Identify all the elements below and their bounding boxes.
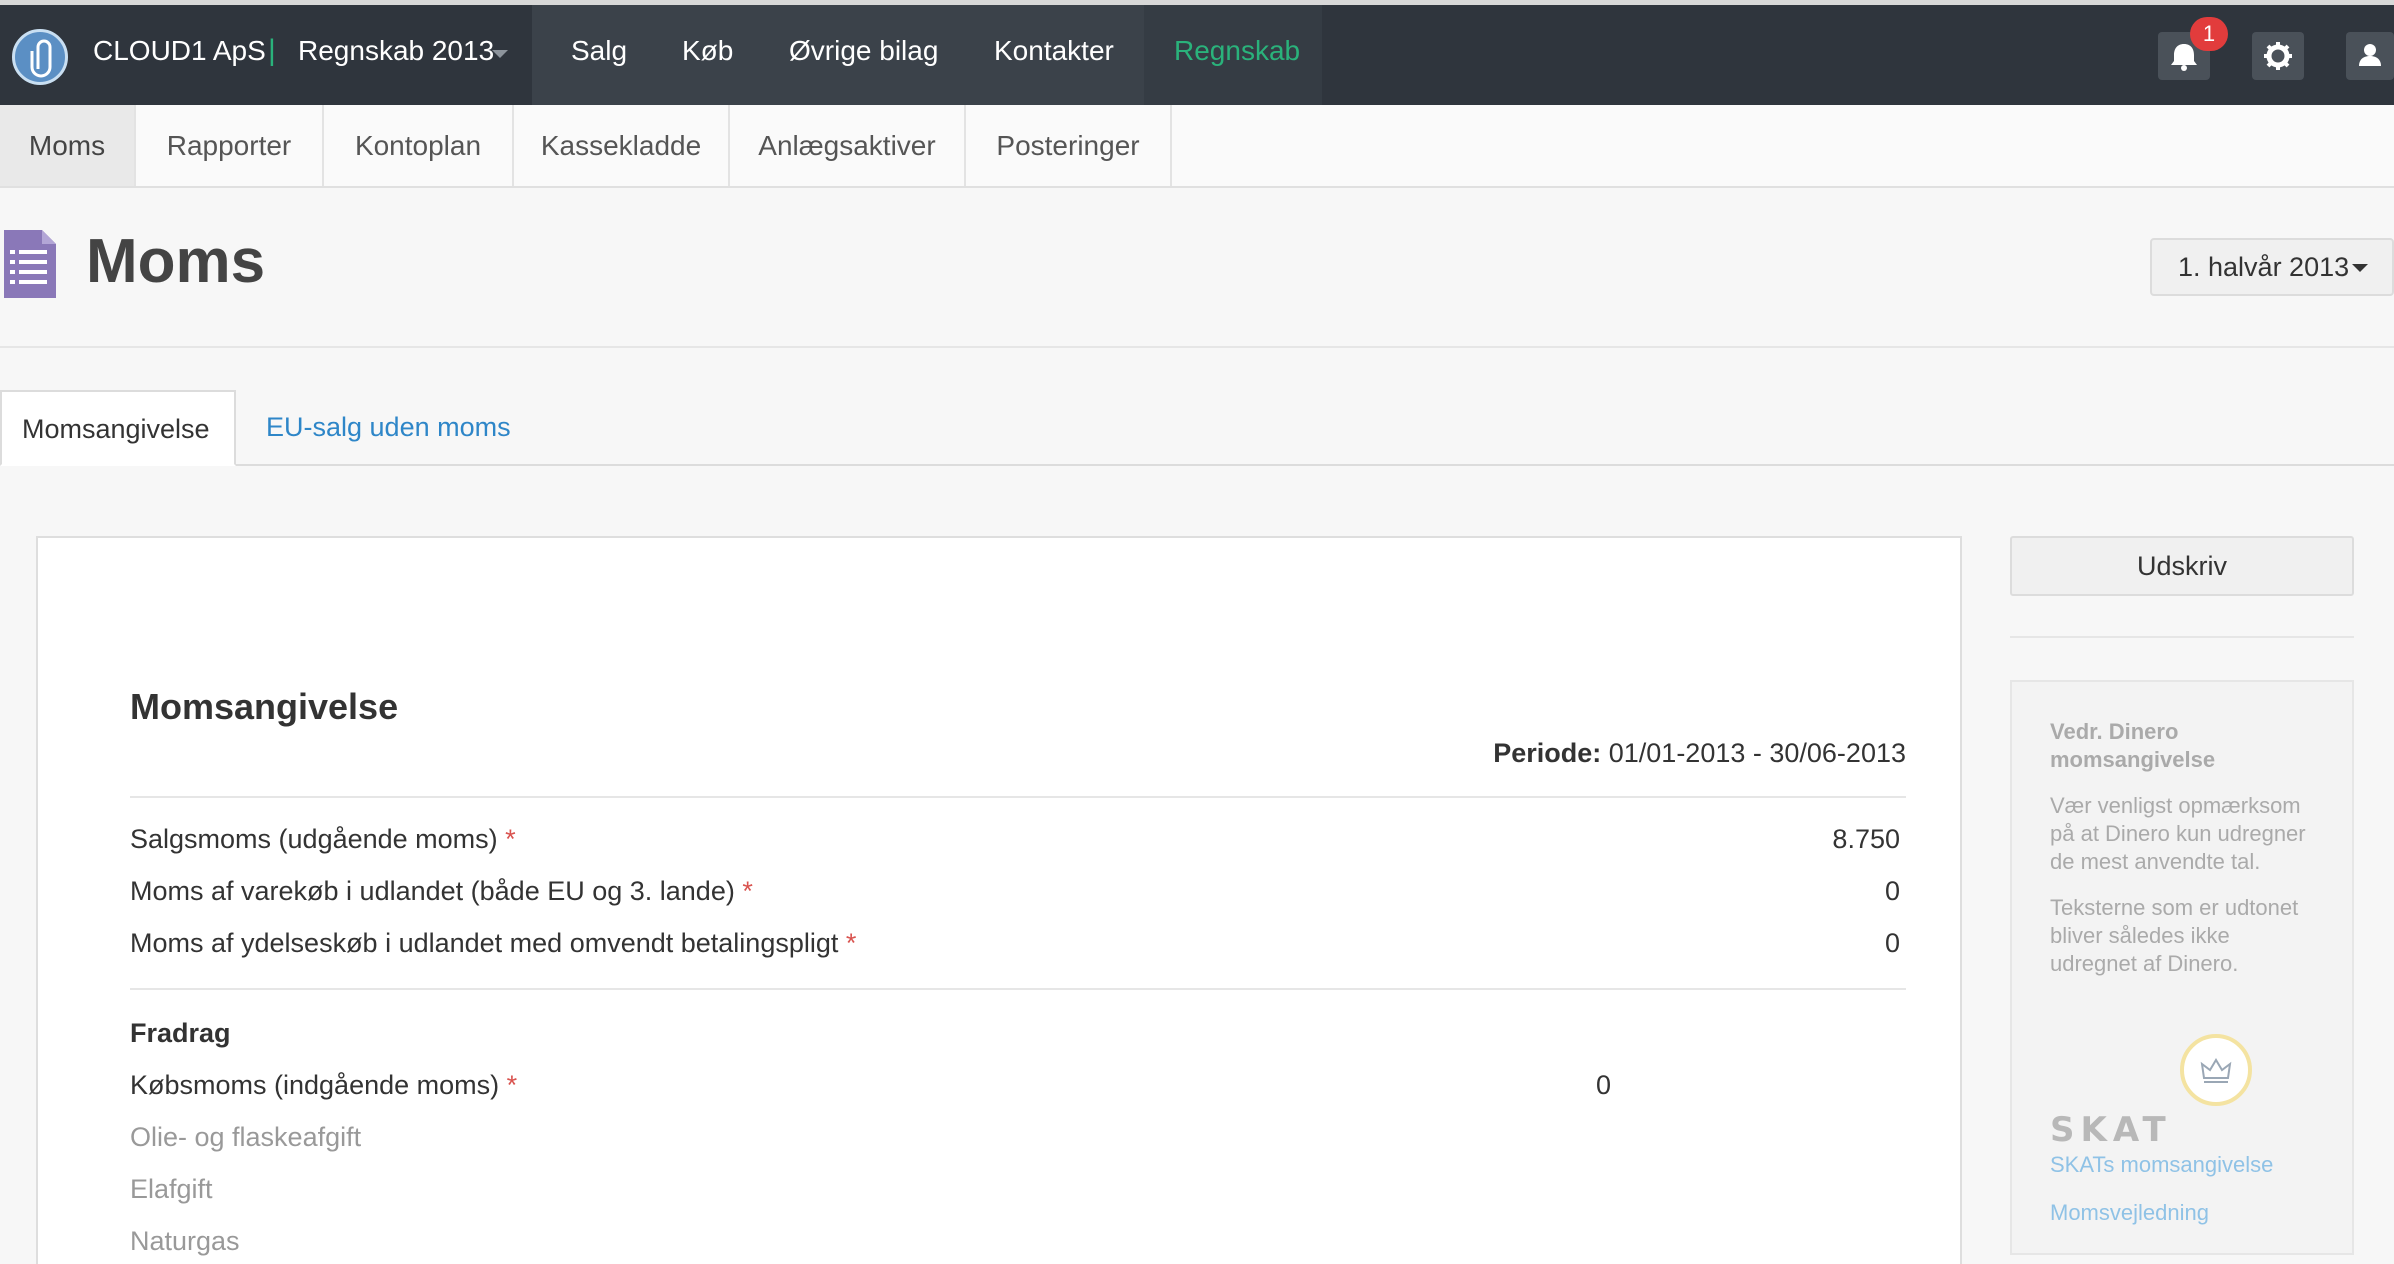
nav-item-kontakter[interactable]: Kontakter	[994, 35, 1114, 67]
settings-button[interactable]	[2252, 32, 2304, 80]
fiscal-year-selector[interactable]: Regnskab 2013	[298, 35, 494, 67]
subtab-kontoplan[interactable]: Kontoplan	[324, 105, 514, 186]
dinero-logo-icon[interactable]	[12, 29, 68, 85]
fradrag-row: Købsmoms (indgående moms) * 0	[130, 1070, 1906, 1101]
skat-logo: SKAT	[2050, 1110, 2172, 1150]
row-value: 8.750	[1832, 824, 1900, 854]
report-tabs: Momsangivelse EU-salg uden moms	[0, 390, 2394, 466]
info-text: Vær venligst opmærksom på at Dinero kun …	[2050, 793, 2306, 874]
vat-row: Salgsmoms (udgående moms) * 8.750	[130, 824, 1906, 855]
notification-count-badge: 1	[2190, 17, 2228, 51]
divider	[130, 796, 1906, 798]
document-list-icon	[4, 230, 56, 298]
row-label: Købsmoms (indgående moms)	[130, 1070, 500, 1100]
row-label: Salgsmoms (udgående moms)	[130, 824, 498, 854]
period-label: Periode:	[1493, 738, 1602, 768]
divider	[2010, 636, 2354, 638]
fradrag-row-disabled: Olie- og flaskeafgift	[130, 1122, 1906, 1153]
info-text: Teksterne som er udtonet bliver således …	[2050, 895, 2299, 976]
page-title: Moms	[86, 227, 266, 296]
subtab-posteringer[interactable]: Posteringer	[966, 105, 1172, 186]
sub-nav: Moms Rapporter Kontoplan Kassekladde Anl…	[0, 105, 2394, 188]
divider	[130, 988, 1906, 990]
row-label: Moms af varekøb i udlandet (både EU og 3…	[130, 876, 735, 906]
subtab-kassekladde[interactable]: Kassekladde	[514, 105, 730, 186]
row-label: Olie- og flaskeafgift	[130, 1122, 362, 1152]
period-value: 01/01-2013 - 30/06-2013	[1608, 738, 1906, 768]
period-selector-button[interactable]: 1. halvår 2013	[2150, 238, 2394, 296]
info-box: Vedr. Dinero momsangivelse Vær venligst …	[2010, 680, 2354, 1255]
nav-item-kob[interactable]: Køb	[682, 35, 733, 67]
row-label: Moms af ydelseskøb i udlandet med omvend…	[130, 928, 839, 958]
subtab-rapporter[interactable]: Rapporter	[136, 105, 324, 186]
row-label: Naturgas	[130, 1226, 240, 1256]
row-value: 0	[1884, 928, 1900, 958]
caret-down-icon	[2352, 264, 2368, 272]
required-marker: *	[742, 876, 753, 906]
required-marker: *	[845, 928, 857, 958]
row-value: 0	[1884, 876, 1900, 906]
report-title: Momsangivelse	[130, 686, 399, 727]
brand-area[interactable]: CLOUD1 ApS | Regnskab 2013	[0, 5, 532, 105]
nav-item-regnskab[interactable]: Regnskab	[1174, 35, 1300, 67]
period-selector-label: 1. halvår 2013	[2178, 252, 2350, 282]
print-button[interactable]: Udskriv	[2010, 536, 2354, 596]
required-marker: *	[505, 824, 516, 854]
required-marker: *	[506, 1070, 518, 1100]
crown-icon	[2180, 1034, 2252, 1106]
vat-row: Moms af varekøb i udlandet (både EU og 3…	[130, 876, 1906, 907]
page-header: Moms 1. halvår 2013	[0, 188, 2394, 348]
user-icon	[2359, 44, 2381, 66]
nav-item-salg[interactable]: Salg	[571, 35, 627, 67]
brand-separator: |	[268, 34, 276, 67]
gear-icon	[2264, 42, 2292, 70]
tab-momsangivelse[interactable]: Momsangivelse	[0, 390, 236, 466]
tab-eu-salg-uden-moms[interactable]: EU-salg uden moms	[246, 390, 531, 466]
vat-report-panel: Momsangivelse Periode: 01/01-2013 - 30/0…	[36, 536, 1962, 1264]
fradrag-row-disabled: Elafgift	[130, 1174, 1906, 1205]
skat-momsangivelse-link[interactable]: SKATs momsangivelse	[2050, 1152, 2273, 1178]
top-navbar: CLOUD1 ApS | Regnskab 2013 Salg Køb Øvri…	[0, 0, 2394, 105]
momsvejledning-link[interactable]: Momsvejledning	[2050, 1200, 2209, 1226]
company-name[interactable]: CLOUD1 ApS	[93, 35, 266, 67]
row-label: Elafgift	[130, 1174, 213, 1204]
nav-item-ovrige-bilag[interactable]: Øvrige bilag	[789, 35, 938, 67]
row-value: 0	[1596, 1070, 1612, 1100]
chevron-down-icon[interactable]	[492, 50, 508, 58]
info-title: Vedr. Dinero momsangivelse	[2050, 719, 2216, 772]
report-period: Periode: 01/01-2013 - 30/06-2013	[1238, 738, 1906, 769]
fradrag-row-disabled: Naturgas	[130, 1226, 1906, 1257]
user-menu-button[interactable]	[2346, 32, 2394, 80]
subtab-moms[interactable]: Moms	[0, 105, 136, 186]
fradrag-section-title: Fradrag	[130, 1018, 231, 1048]
subtab-anlaegsaktiver[interactable]: Anlægsaktiver	[730, 105, 966, 186]
vat-row: Moms af ydelseskøb i udlandet med omvend…	[130, 928, 1906, 959]
